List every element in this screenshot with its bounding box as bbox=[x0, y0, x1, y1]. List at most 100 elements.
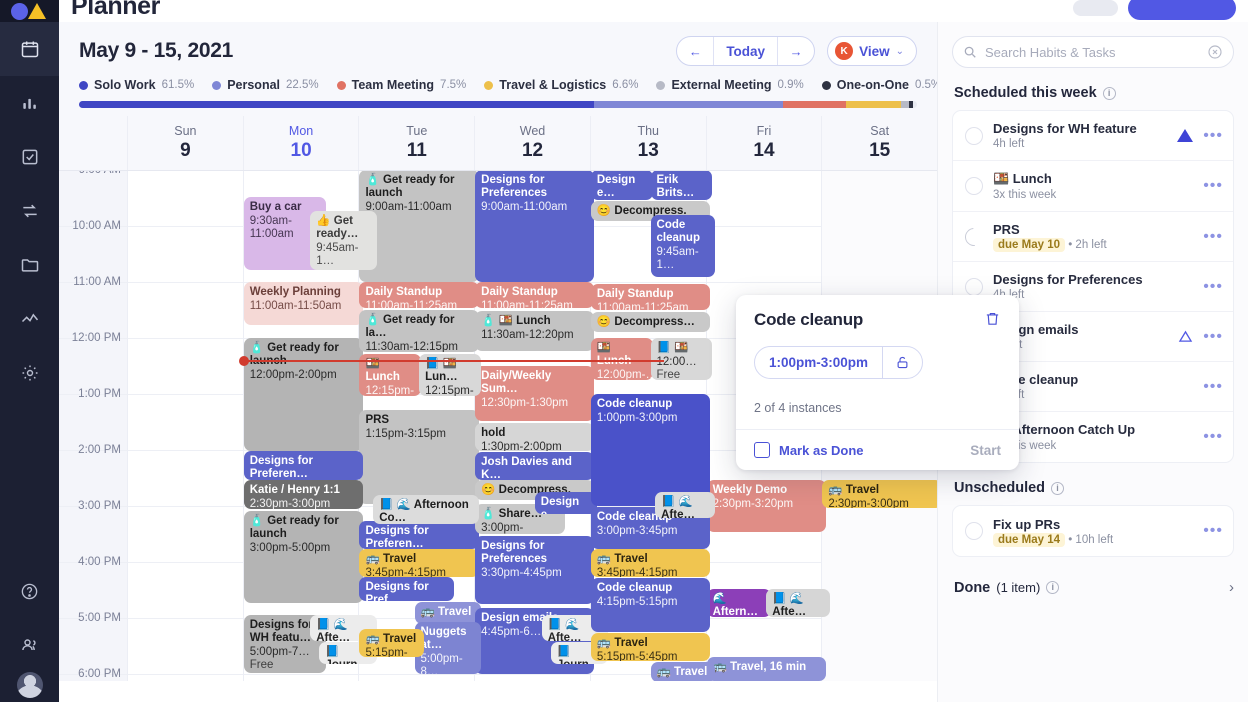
calendar-event[interactable]: 🍱 Lunch12:00pm-…Free bbox=[590, 338, 653, 380]
task-circle[interactable] bbox=[965, 126, 983, 145]
calendar-event[interactable]: Katie / Henry 1:1 2:30pm-3:00pm bbox=[243, 480, 364, 509]
sidebar-item-help[interactable] bbox=[0, 564, 59, 618]
calendar-event[interactable]: 📘 🍱 12:00… Free bbox=[650, 338, 713, 380]
priority-flag-outline-icon[interactable] bbox=[1178, 330, 1193, 343]
calendar-event[interactable]: 🧴 🍱 Lunch 11:30am-12:20pm bbox=[475, 311, 595, 351]
calendar-event[interactable]: Daily/Weekly Sum… 12:30pm-1:30pm bbox=[475, 366, 595, 421]
popover-time-value[interactable]: 1:00pm-3:00pm bbox=[755, 347, 882, 378]
trash-icon[interactable] bbox=[984, 310, 1001, 332]
prev-week-button[interactable]: ← bbox=[677, 37, 713, 65]
calendar-event[interactable]: 🧴 Get ready for launch 3:00pm-5:00pm bbox=[243, 511, 364, 603]
mark-as-done-checkbox[interactable]: Mark as Done bbox=[754, 442, 864, 458]
day-header-fri[interactable]: Fri 14 bbox=[705, 116, 822, 170]
sidebar-item-trends[interactable] bbox=[0, 292, 59, 346]
legend-item[interactable]: One-on-One 0.5% bbox=[821, 78, 937, 92]
search-input[interactable] bbox=[985, 44, 1199, 60]
legend-item[interactable]: Travel & Logistics 6.6% bbox=[484, 78, 638, 92]
calendar-event[interactable]: 🚌 Travel 5:15pm-5:45pm bbox=[590, 633, 711, 661]
task-row[interactable]: Fix up PRs due May 14 • 10h left ••• bbox=[953, 506, 1233, 556]
sidebar-item-tasks[interactable] bbox=[0, 130, 59, 184]
primary-action-button[interactable] bbox=[1128, 0, 1236, 20]
sidebar-item-sync[interactable] bbox=[0, 184, 59, 238]
task-more-menu[interactable]: ••• bbox=[1203, 429, 1223, 445]
day-column-sun[interactable] bbox=[127, 171, 243, 681]
calendar-event[interactable]: 🚌 Travel 3:45pm-4:15pm bbox=[590, 549, 711, 577]
sidebar-item-folder[interactable] bbox=[0, 238, 59, 292]
calendar-event[interactable]: Designs for Preferences 9:00am-11:00am bbox=[475, 171, 595, 282]
task-more-menu[interactable]: ••• bbox=[1203, 127, 1223, 143]
task-more-menu[interactable]: ••• bbox=[1203, 378, 1223, 394]
calendar-event[interactable]: Code cleanup 9:45am-1… bbox=[650, 215, 715, 277]
task-circle[interactable] bbox=[965, 277, 983, 296]
clear-search-icon[interactable] bbox=[1207, 44, 1223, 60]
calendar-event[interactable]: Daily Standup 11:00am-11:25am bbox=[475, 282, 595, 308]
event-detail-popover[interactable]: Code cleanup 1:00pm-3:00pm 2 of 4 instan… bbox=[736, 295, 1019, 470]
legend-item[interactable]: Personal 22.5% bbox=[212, 78, 319, 92]
calendar-event[interactable]: Designs for Preferences 3:30pm-4:45pm bbox=[475, 536, 595, 604]
search-bar[interactable] bbox=[952, 36, 1234, 68]
avatar[interactable] bbox=[16, 672, 43, 698]
calendar-event[interactable]: 😊 Decompress… bbox=[590, 312, 711, 332]
calendar-event[interactable]: 🚌 Travel 3:45pm-4:15pm bbox=[359, 549, 479, 577]
calendar-event[interactable]: Designs for Pref… bbox=[359, 577, 454, 601]
start-button[interactable]: Start bbox=[970, 443, 1001, 458]
today-button[interactable]: Today bbox=[713, 37, 779, 65]
sidebar-item-calendar[interactable] bbox=[0, 22, 59, 76]
task-more-menu[interactable]: ••• bbox=[1203, 178, 1223, 194]
calendar-event[interactable]: hold 1:30pm-2:00pm bbox=[475, 423, 595, 451]
calendar-event[interactable]: Designs for Preferen…2:00pm-2:30pm bbox=[243, 451, 364, 480]
task-more-menu[interactable]: ••• bbox=[1203, 228, 1223, 244]
secondary-action-button[interactable] bbox=[1073, 0, 1118, 16]
calendar-event[interactable]: 📘 🌊 Afternoon Co…2:45pm-3:10pm bbox=[373, 495, 479, 524]
calendar-event[interactable]: Code cleanup 1:00pm-3:00pm bbox=[590, 394, 711, 506]
task-row[interactable]: Designs for WH feature 4h left ••• bbox=[953, 111, 1233, 161]
calendar-event[interactable]: Daily Standup 11:00am-11:25am bbox=[359, 282, 479, 308]
done-section-header[interactable]: Done (1 item) i › bbox=[954, 579, 1234, 596]
task-row[interactable]: 🍱 Lunch 3x this week ••• bbox=[953, 161, 1233, 212]
info-icon[interactable]: i bbox=[1051, 481, 1065, 495]
calendar-event[interactable]: Design e… bbox=[534, 492, 597, 514]
calendar-event[interactable]: Weekly Demo 2:30pm-3:20pm bbox=[706, 480, 826, 532]
calendar-event[interactable]: 👍 Get ready… 9:45am-1… bbox=[310, 211, 377, 270]
legend-item[interactable]: Solo Work 61.5% bbox=[79, 78, 194, 92]
calendar-event[interactable]: Daily Standup 11:00am-11:25am bbox=[590, 284, 711, 310]
day-header-wed[interactable]: Wed 12 bbox=[474, 116, 590, 170]
calendar-event[interactable]: PRS 1:15pm-3:15pm bbox=[359, 410, 479, 504]
day-header-tue[interactable]: Tue 11 bbox=[358, 116, 474, 170]
calendar-event[interactable]: 🧴 Get ready for launch 12:00pm-2:00pm bbox=[243, 338, 364, 451]
calendar-event[interactable]: Design e…9:00am-9… bbox=[590, 171, 653, 200]
task-more-menu[interactable]: ••• bbox=[1203, 523, 1223, 539]
calendar-event[interactable]: 🚌 Travel 5:15pm-5:4… bbox=[359, 629, 424, 657]
day-column-mon[interactable]: Buy a car 9:30am-11:00am 👍 Get ready… 9:45a… bbox=[238, 171, 664, 681]
calendar-event[interactable]: Code cleanup 4:15pm-5:15pm bbox=[590, 578, 711, 632]
calendar-event[interactable]: 🚌 Travel bbox=[650, 662, 715, 681]
task-more-menu[interactable]: ••• bbox=[1203, 328, 1223, 344]
view-selector[interactable]: K View ⌄ bbox=[827, 36, 917, 66]
task-circle[interactable] bbox=[965, 522, 983, 540]
day-column-thu[interactable]: Design e…9:00am-9…Erik Brits…9:00am-9… 😊 … bbox=[589, 171, 715, 681]
task-progress-ring[interactable] bbox=[961, 223, 987, 250]
day-header-mon[interactable]: Mon 10 bbox=[242, 116, 359, 170]
legend-item[interactable]: External Meeting 0.9% bbox=[656, 78, 804, 92]
task-row[interactable]: PRS due May 10 • 2h left ••• bbox=[953, 212, 1233, 262]
calendar-event[interactable]: 📘 🌊 Afte…4:30pm-4… bbox=[766, 589, 831, 617]
sidebar-item-stats[interactable] bbox=[0, 76, 59, 130]
calendar-event[interactable]: Erik Brits…9:00am-9… bbox=[650, 171, 713, 200]
day-header-sat[interactable]: Sat 15 bbox=[821, 116, 937, 170]
sidebar-item-settings[interactable] bbox=[0, 346, 59, 400]
calendar-event[interactable]: Josh Davies and K…2:00pm-2:30pm bbox=[475, 452, 595, 480]
chevron-right-icon[interactable]: › bbox=[1229, 579, 1234, 596]
calendar-event[interactable]: 🍱 Lunch12:15pm-1…Free bbox=[359, 354, 422, 396]
calendar-event[interactable]: 📘 🍱 Lun…12:15pm-1…Free bbox=[419, 354, 482, 396]
calendar-event[interactable]: Nuggets at… 5:00pm-8… bbox=[414, 622, 482, 674]
next-week-button[interactable]: → bbox=[778, 37, 814, 65]
calendar-event[interactable]: 🧴 Get ready for launch 9:00am-11:00am bbox=[359, 171, 479, 282]
calendar-event[interactable]: 🚌 Travel 2:30pm-3:00pm bbox=[822, 480, 937, 508]
calendar-event[interactable]: 🧴 Get ready for la… 11:30am-12:15pm bbox=[359, 310, 479, 352]
task-circle[interactable] bbox=[965, 177, 983, 195]
calendar-event[interactable]: 📘 🌊 Afte…2:45pm-3… bbox=[655, 492, 715, 518]
sidebar-item-people[interactable] bbox=[0, 618, 59, 672]
day-header-sun[interactable]: Sun 9 bbox=[127, 116, 243, 170]
day-column-wed[interactable]: Designs for Preferences 9:00am-11:00am Dai… bbox=[474, 171, 609, 681]
info-icon[interactable]: i bbox=[1102, 86, 1116, 100]
